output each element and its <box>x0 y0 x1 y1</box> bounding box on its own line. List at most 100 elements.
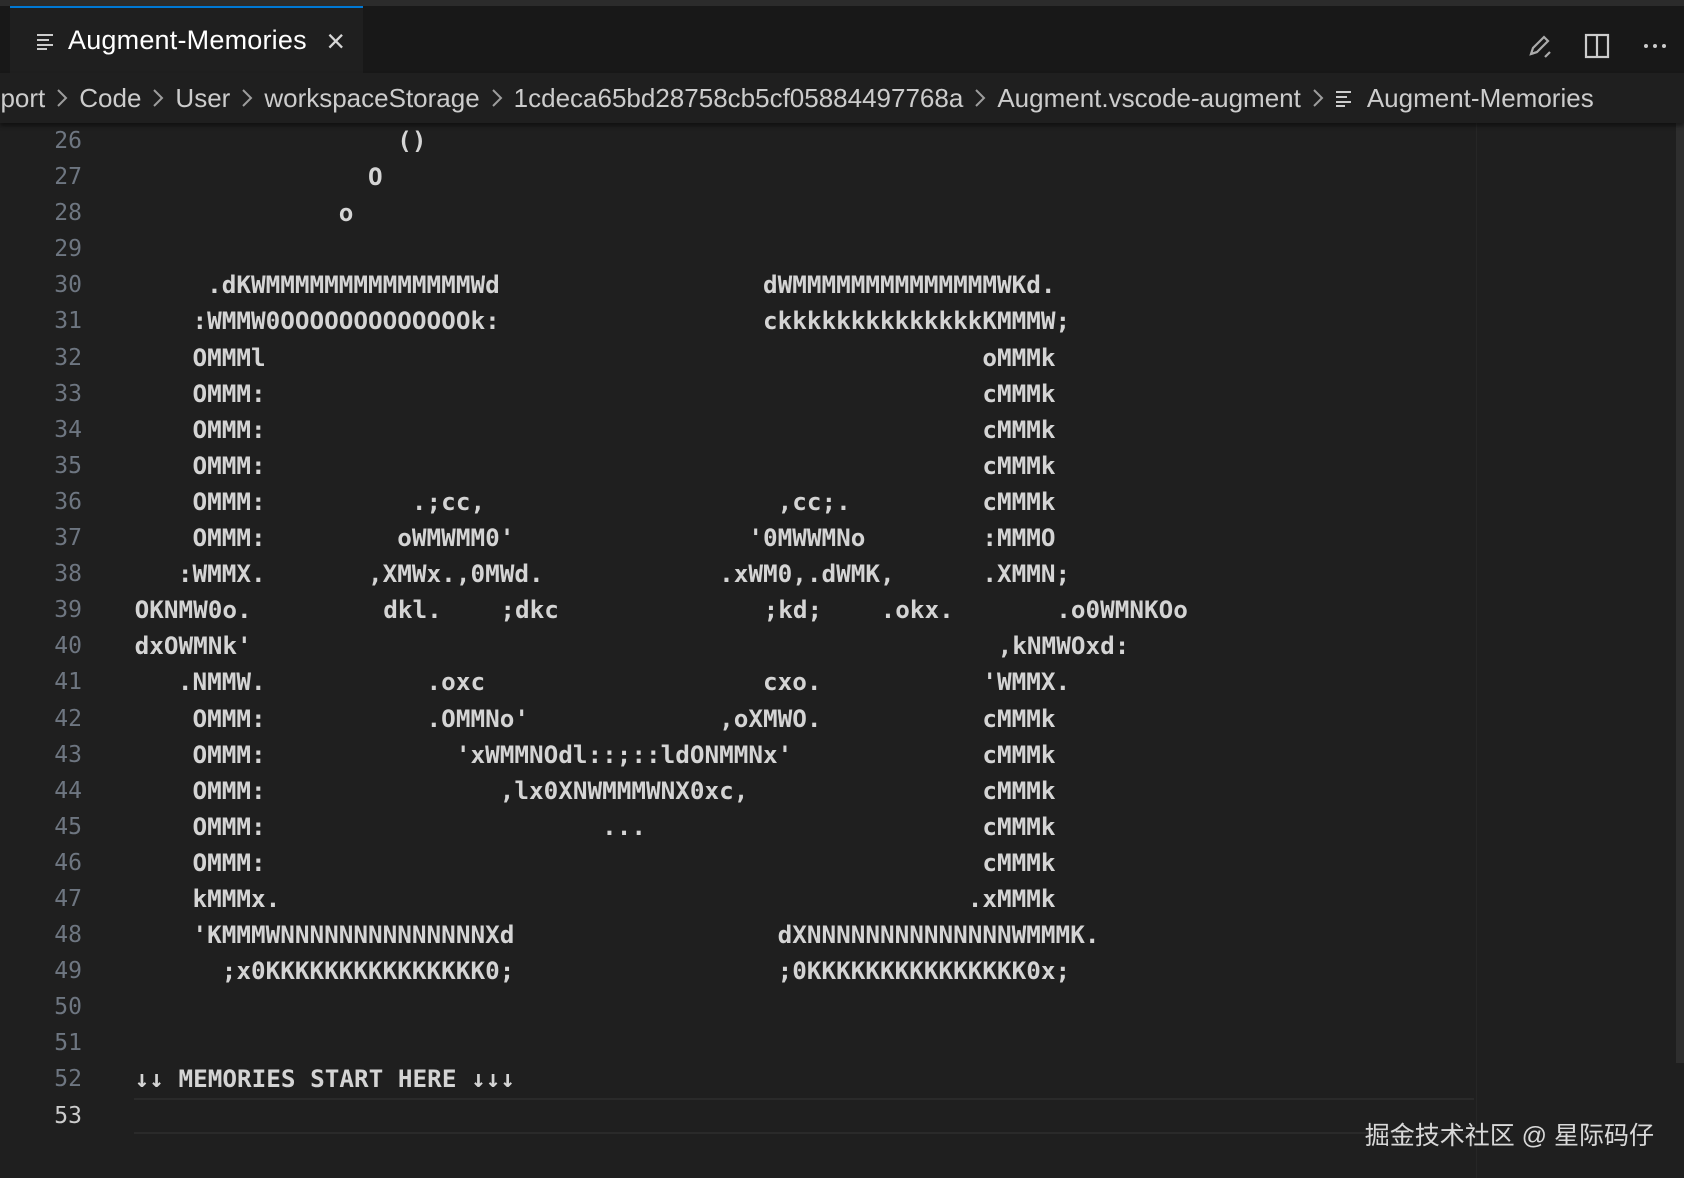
code-line-text: OMMMl oMMMk <box>134 342 1056 372</box>
code-line[interactable]: OMMM: ... cMMMk <box>134 809 1474 845</box>
code-line[interactable]: ↓↓↓ MEMORIES START HERE ↓↓↓ <box>134 1061 1474 1097</box>
code-line-text: OMMM: ,lx0XNWMMMWNX0xc, cMMMk <box>134 775 1056 805</box>
code-line-text: OMMM: cMMMk <box>134 378 1056 408</box>
code-line-text: OMMM: oWMWMM0' '0MWWMNo :MMMO <box>134 523 1056 553</box>
line-number: 27 <box>54 164 82 191</box>
breadcrumb-label: 1cdeca65bd28758cb5cf05884497768a <box>513 82 964 113</box>
code-line-text: OMMM: .;cc, ,cc;. cMMMk <box>134 486 1056 516</box>
code-line[interactable] <box>134 231 1474 267</box>
code-line-text: OMMM: cMMMk <box>134 450 1056 480</box>
code-line[interactable]: OMMM: cMMMk <box>134 845 1474 881</box>
chevron-right-icon <box>480 88 514 108</box>
line-number: 45 <box>54 813 82 840</box>
code-line[interactable]: :WMMW0OOOOOOOOOOOOOk: ckkkkkkkkkkkkkkKMM… <box>134 303 1474 339</box>
scrollbar-thumb[interactable] <box>1676 123 1684 1063</box>
code-line[interactable]: OMMM: 'xWMMNOdl::;::ldONMMNx' cMMMk <box>134 737 1474 773</box>
code-line[interactable]: OMMM: cMMMk <box>134 412 1474 448</box>
code-line-text: lOKNMW0o. dkl. ;dkc ;kd; .okx. .o0WMNKOo <box>134 595 1188 625</box>
breadcrumb-item[interactable]: 1cdeca65bd28758cb5cf05884497768a <box>514 83 964 114</box>
line-number: 53 <box>54 1102 82 1129</box>
line-number: 35 <box>54 452 82 479</box>
code-line[interactable]: .NMMW. .oxc cxo. 'WMMX. <box>134 664 1474 700</box>
code-line[interactable]: OMMM: cMMMk <box>134 448 1474 484</box>
code-line[interactable]: OMMM: oWMWMM0' '0MWWMNo :MMMO <box>134 520 1474 556</box>
code-line[interactable]: OMMM: cMMMk <box>134 376 1474 412</box>
watermark-text: 掘金技术社区 @ 星际码仔 <box>1364 1122 1654 1150</box>
code-line[interactable]: OMMMl oMMMk <box>134 340 1474 376</box>
split-editor-icon[interactable] <box>1568 26 1626 66</box>
vertical-scrollbar[interactable] <box>1676 123 1684 1178</box>
code-line-text: 'KMMMWNNNNNNNNNNNNNNXd dXNNNNNNNNNNNNNNW… <box>134 920 1100 950</box>
code-line-text: ;x0KKKKKKKKKKKKKKK0; ;0KKKKKKKKKKKKKKK0x… <box>134 956 1071 986</box>
file-lines-icon <box>1335 83 1353 114</box>
close-tab-icon[interactable]: × <box>326 25 345 57</box>
editor-tab-bar: Augment-Memories × <box>0 0 1684 73</box>
code-line[interactable]: OMMM: .OMMNo' ,oXMWO. cMMMk <box>134 701 1474 737</box>
line-number: 34 <box>54 416 82 443</box>
code-line[interactable] <box>134 1098 1474 1134</box>
line-number: 32 <box>54 344 82 371</box>
chevron-right-icon <box>1301 88 1335 108</box>
chevron-right-icon <box>230 88 264 108</box>
line-number: 28 <box>54 200 82 227</box>
breadcrumb-item[interactable]: User <box>175 83 230 114</box>
breadcrumb-label: workspaceStorage <box>264 82 480 113</box>
line-number: 51 <box>54 1030 82 1057</box>
more-actions-icon[interactable] <box>1626 26 1684 66</box>
code-line-text: :dxOWMNk' ,kNMWOxd: <box>134 631 1130 661</box>
code-line[interactable]: O <box>134 159 1474 195</box>
line-number: 26 <box>54 128 82 154</box>
line-number: 46 <box>54 849 82 876</box>
tab-augment-memories[interactable]: Augment-Memories × <box>10 6 363 73</box>
code-line-text: o <box>134 198 354 228</box>
line-number: 41 <box>54 669 82 696</box>
code-line[interactable]: OMMM: .;cc, ,cc;. cMMMk <box>134 484 1474 520</box>
code-line[interactable]: o <box>134 195 1474 231</box>
code-line-text: O <box>134 162 383 192</box>
breadcrumb-label: User <box>175 82 231 113</box>
code-line-text: kMMMx. .xMMMk <box>134 883 1056 913</box>
line-number: 52 <box>54 1066 82 1093</box>
breadcrumb-item[interactable]: workspaceStorage <box>264 83 479 114</box>
code-line-text: ↓↓↓ MEMORIES START HERE ↓↓↓ <box>134 1064 515 1094</box>
line-number: 40 <box>54 633 82 660</box>
code-line[interactable]: :dxOWMNk' ,kNMWOxd: <box>134 628 1474 664</box>
line-number: 31 <box>54 308 82 335</box>
code-line-text: OMMM: cMMMk <box>134 847 1056 877</box>
breadcrumb-item[interactable]: Augment-Memories <box>1335 83 1594 114</box>
chevron-right-icon <box>45 88 79 108</box>
chevron-right-icon <box>141 88 175 108</box>
code-content[interactable]: () O o .dKWMMMMMMMMMMMMMMWd dWMMMMMMMMMM… <box>134 123 1474 1134</box>
code-line-text: OMMM: ... cMMMk <box>134 811 1056 841</box>
code-line-text: .NMMW. .oxc cxo. 'WMMX. <box>134 667 1071 697</box>
breadcrumb-label: Augment.vscode-augment <box>997 82 1301 113</box>
code-line[interactable]: OMMM: ,lx0XNWMMMWNX0xc, cMMMk <box>134 773 1474 809</box>
code-line[interactable]: .dKWMMMMMMMMMMMMMMWd dWMMMMMMMMMMMMMMWKd… <box>134 267 1474 303</box>
code-editor[interactable]: 26 27 28 29 30 31 32 33 34 35 36 37 38 39 40 41 42 43 44 45… <box>0 123 1684 1178</box>
breadcrumb-item[interactable]: pport <box>0 83 45 114</box>
code-line[interactable]: lOKNMW0o. dkl. ;dkc ;kd; .okx. .o0WMNKOo <box>134 592 1474 628</box>
code-line[interactable] <box>134 1025 1474 1061</box>
code-line[interactable]: kMMMx. .xMMMk <box>134 881 1474 917</box>
breadcrumb-item[interactable]: Augment.vscode-augment <box>997 83 1301 114</box>
code-line-text: OMMM: .OMMNo' ,oXMWO. cMMMk <box>134 703 1056 733</box>
line-number: 50 <box>54 994 82 1021</box>
line-number: 38 <box>54 561 82 588</box>
line-number: 37 <box>54 525 82 552</box>
breadcrumb-label: Augment-Memories <box>1366 82 1594 113</box>
code-line[interactable]: () <box>134 123 1474 159</box>
breadcrumb-item[interactable]: Code <box>79 83 141 114</box>
minimap[interactable] <box>1476 123 1677 1178</box>
code-line-text: .dKWMMMMMMMMMMMMMMWd dWMMMMMMMMMMMMMMWKd… <box>134 270 1056 300</box>
line-number: 33 <box>54 380 82 407</box>
line-number: 30 <box>54 272 82 299</box>
code-line[interactable]: :WMMX. ,XMWx.,0MWd. .xWM0,.dWMK, .XMMN; <box>134 556 1474 592</box>
code-line[interactable] <box>134 989 1474 1025</box>
edit-pen-icon[interactable] <box>1510 26 1568 66</box>
breadcrumb: pport Code User workspaceStorage 1cdeca65bd2… <box>0 73 1684 123</box>
code-line[interactable]: ;x0KKKKKKKKKKKKKKK0; ;0KKKKKKKKKKKKKKK0x… <box>134 953 1474 989</box>
code-line[interactable]: 'KMMMWNNNNNNNNNNNNNNXd dXNNNNNNNNNNNNNNW… <box>134 917 1474 953</box>
line-number: 39 <box>54 597 82 624</box>
breadcrumb-label: pport <box>0 82 46 113</box>
code-line-text: OMMM: cMMMk <box>134 414 1056 444</box>
